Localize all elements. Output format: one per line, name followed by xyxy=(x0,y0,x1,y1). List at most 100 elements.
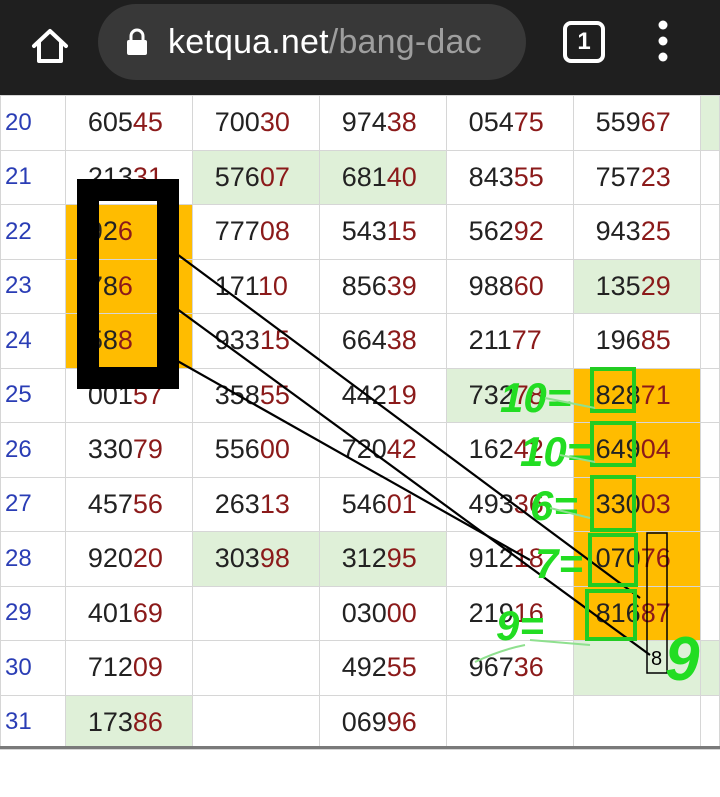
number-head: 543 xyxy=(341,216,387,247)
number-head: 92 xyxy=(87,216,118,247)
result-cell: 96736 xyxy=(445,640,574,696)
number-tail: 78 xyxy=(513,379,544,410)
result-cell: 82871 xyxy=(572,367,701,423)
number-tail: 87 xyxy=(640,597,671,628)
number-head: 912 xyxy=(468,543,514,574)
result-cell: 93315 xyxy=(191,313,320,369)
menu-button[interactable] xyxy=(645,18,681,64)
number-tail: 03 xyxy=(640,488,671,519)
result-cell: 07076 xyxy=(572,531,701,587)
result-cell: 64904 xyxy=(572,422,701,478)
more-vert-icon xyxy=(658,20,668,62)
address-bar[interactable]: ketqua.net/bang-dac xyxy=(98,4,526,80)
side-cell xyxy=(699,367,720,423)
number-tail: 36 xyxy=(513,652,544,683)
number-tail: 23 xyxy=(640,161,671,192)
number-head: 263 xyxy=(214,488,260,519)
number-tail: 75 xyxy=(513,107,544,138)
number-head: 933 xyxy=(214,325,260,356)
number-tail: 85 xyxy=(640,325,671,356)
number-tail: 31 xyxy=(132,161,163,192)
lock-icon xyxy=(127,28,147,55)
number-tail: 01 xyxy=(386,488,417,519)
result-cell: 05475 xyxy=(445,95,574,151)
number-tail: 57 xyxy=(132,379,163,410)
side-cell xyxy=(699,531,720,587)
row-day: 31 xyxy=(0,694,66,750)
number-head: 030 xyxy=(341,597,387,628)
number-head: 605 xyxy=(87,107,133,138)
number-tail: 6 xyxy=(117,270,133,301)
number-head: 649 xyxy=(595,434,641,465)
number-tail: 09 xyxy=(132,652,163,683)
number-tail: 04 xyxy=(640,434,671,465)
results-table-area: 20 60545 70030 97438 05475 55967 21 21331 57607 6… xyxy=(0,95,720,750)
side-cell xyxy=(699,149,720,205)
number-tail: 20 xyxy=(132,543,163,574)
number-tail: 98 xyxy=(259,543,290,574)
number-head: 757 xyxy=(595,161,641,192)
tab-switcher-button[interactable]: 1 xyxy=(563,21,605,63)
result-cell: 68140 xyxy=(318,149,447,205)
table-row: 20 60545 70030 97438 05475 55967 xyxy=(0,95,720,151)
number-head: 943 xyxy=(595,216,641,247)
number-tail: 76 xyxy=(640,543,671,574)
result-cell: 81687 xyxy=(572,585,701,641)
row-day: 29 xyxy=(0,585,66,641)
result-cell: 21916 xyxy=(445,585,574,641)
result-cell: 98860 xyxy=(445,258,574,314)
result-cell xyxy=(191,640,320,696)
result-cell: 926 xyxy=(64,204,193,260)
number-tail: 10 xyxy=(257,270,288,301)
number-head: 330 xyxy=(87,434,133,465)
number-tail: 40 xyxy=(386,161,417,192)
number-head: 58 xyxy=(87,325,118,356)
number-head: 843 xyxy=(468,161,514,192)
row-day: 25 xyxy=(0,367,66,423)
number-tail: 30 xyxy=(259,107,290,138)
number-tail: 25 xyxy=(640,216,671,247)
number-head: 162 xyxy=(468,434,514,465)
home-button[interactable] xyxy=(22,18,78,74)
number-tail: 92 xyxy=(513,216,544,247)
result-cell: 21177 xyxy=(445,313,574,369)
number-tail: 13 xyxy=(259,488,290,519)
row-day: 27 xyxy=(0,476,66,532)
result-cell xyxy=(572,694,701,750)
number-head: 576 xyxy=(214,161,260,192)
number-tail: 6 xyxy=(117,216,133,247)
table-row: 29 40169 03000 21916 81687 xyxy=(0,585,720,641)
number-head: 054 xyxy=(468,107,514,138)
number-head: 712 xyxy=(87,652,133,683)
number-head: 78 xyxy=(87,270,118,301)
result-cell: 17386 xyxy=(64,694,193,750)
result-cell: 75723 xyxy=(572,149,701,205)
result-cell: 35855 xyxy=(191,367,320,423)
result-cell: 70030 xyxy=(191,95,320,151)
results-table: 20 60545 70030 97438 05475 55967 21 21331 57607 6… xyxy=(0,95,720,750)
row-day: 21 xyxy=(0,149,66,205)
number-head: 559 xyxy=(595,107,641,138)
number-head: 442 xyxy=(341,379,387,410)
number-head: 001 xyxy=(87,379,133,410)
row-day: 24 xyxy=(0,313,66,369)
number-tail: 60 xyxy=(513,270,544,301)
result-cell: 73278 xyxy=(445,367,574,423)
number-head: 856 xyxy=(341,270,387,301)
number-tail: 07 xyxy=(259,161,290,192)
result-cell: 49255 xyxy=(318,640,447,696)
result-cell: 85639 xyxy=(318,258,447,314)
number-tail: 15 xyxy=(259,325,290,356)
number-tail: 77 xyxy=(511,325,542,356)
home-icon xyxy=(32,29,68,63)
number-tail: 29 xyxy=(640,270,671,301)
result-cell: 57607 xyxy=(191,149,320,205)
result-cell: 31295 xyxy=(318,531,447,587)
number-head: 312 xyxy=(341,543,387,574)
result-cell: 06996 xyxy=(318,694,447,750)
result-cell: 92020 xyxy=(64,531,193,587)
number-head: 171 xyxy=(214,270,258,301)
number-tail: 18 xyxy=(513,543,544,574)
table-row: 21 21331 57607 68140 84355 75723 xyxy=(0,149,720,205)
side-cell xyxy=(699,694,720,750)
